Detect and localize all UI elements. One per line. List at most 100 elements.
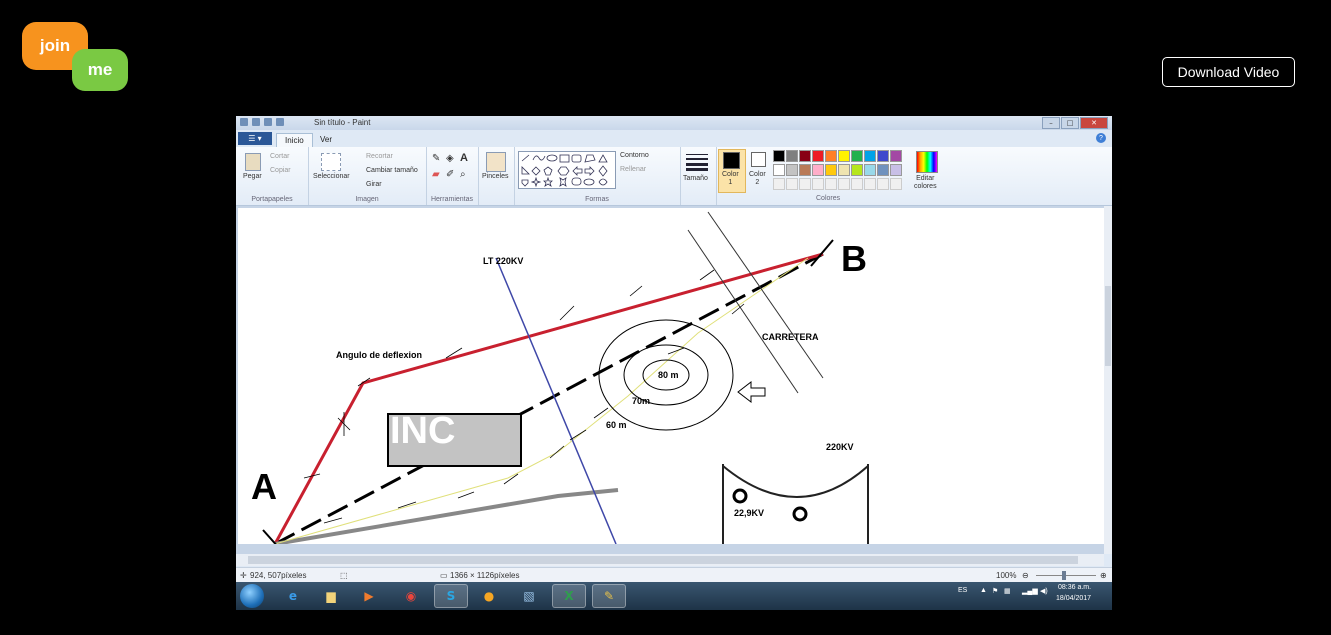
copiar-button[interactable]: Copiar bbox=[270, 167, 291, 174]
palette-swatch[interactable] bbox=[890, 150, 902, 162]
zoom-slider-thumb[interactable] bbox=[1062, 571, 1066, 580]
color-picker-icon[interactable]: ✐ bbox=[446, 169, 454, 180]
media-player-taskbar-icon[interactable]: ▶ bbox=[352, 584, 386, 608]
size-lines-icon[interactable] bbox=[686, 153, 708, 171]
hscroll-thumb[interactable] bbox=[248, 556, 1078, 564]
ribbon-tabs: ☰ ▾ Inicio Ver ? bbox=[236, 130, 1112, 147]
cortar-button[interactable]: Cortar bbox=[270, 153, 289, 160]
magnifier-icon[interactable]: ⌕ bbox=[460, 169, 466, 180]
pegar-label[interactable]: Pegar bbox=[243, 173, 262, 180]
tab-ver[interactable]: Ver bbox=[312, 133, 340, 146]
palette-swatch[interactable] bbox=[786, 150, 798, 162]
zoom-in-icon[interactable]: ⊕ bbox=[1100, 571, 1107, 580]
zoom-out-icon[interactable]: ⊖ bbox=[1022, 571, 1029, 580]
palette-swatch[interactable] bbox=[786, 164, 798, 176]
palette-swatch-empty[interactable] bbox=[851, 178, 863, 190]
palette-swatch[interactable] bbox=[877, 164, 889, 176]
undo-icon[interactable] bbox=[264, 118, 272, 126]
color2-swatch[interactable] bbox=[751, 152, 766, 167]
flag-icon[interactable]: ⚑ bbox=[992, 587, 998, 595]
palette-swatch[interactable] bbox=[812, 164, 824, 176]
clock-date[interactable]: 18/04/2017 bbox=[1056, 595, 1091, 602]
vscroll-thumb[interactable] bbox=[1105, 286, 1111, 366]
maximize-button[interactable]: □ bbox=[1061, 117, 1079, 129]
fill-icon[interactable]: ◈ bbox=[446, 153, 454, 164]
seleccionar-button[interactable]: Seleccionar bbox=[313, 173, 350, 180]
pencil-icon[interactable]: ✎ bbox=[432, 153, 440, 164]
palette-swatch-empty[interactable] bbox=[773, 178, 785, 190]
select-icon[interactable] bbox=[321, 153, 341, 171]
palette-swatch-empty[interactable] bbox=[864, 178, 876, 190]
start-button[interactable] bbox=[240, 584, 264, 608]
palette-swatch-empty[interactable] bbox=[838, 178, 850, 190]
rellenar-button[interactable]: Rellenar bbox=[620, 166, 646, 173]
palette-swatch[interactable] bbox=[851, 150, 863, 162]
palette-swatch-empty[interactable] bbox=[799, 178, 811, 190]
palette-swatch[interactable] bbox=[877, 150, 889, 162]
palette-swatch[interactable] bbox=[825, 164, 837, 176]
download-video-button[interactable]: Download Video bbox=[1162, 57, 1295, 87]
palette-swatch[interactable] bbox=[838, 164, 850, 176]
chrome-taskbar-icon[interactable]: ◉ bbox=[394, 584, 428, 608]
palette-swatch[interactable] bbox=[773, 150, 785, 162]
palette-swatch[interactable] bbox=[812, 150, 824, 162]
ie-taskbar-icon[interactable]: e bbox=[276, 584, 310, 608]
zoom-slider[interactable] bbox=[1036, 575, 1096, 576]
brush-icon[interactable] bbox=[486, 152, 506, 172]
show-hidden-icons[interactable]: ▲ bbox=[980, 587, 987, 594]
signal-icon[interactable]: ▂▄▆ bbox=[1022, 587, 1038, 595]
palette-swatch-empty[interactable] bbox=[786, 178, 798, 190]
palette-swatch[interactable] bbox=[799, 164, 811, 176]
tab-inicio[interactable]: Inicio bbox=[276, 133, 313, 147]
excel-taskbar-icon[interactable]: X bbox=[552, 584, 586, 608]
group-pinceles: Pinceles bbox=[478, 147, 515, 205]
palette-swatch[interactable] bbox=[773, 164, 785, 176]
palette-swatch[interactable] bbox=[890, 164, 902, 176]
palette-swatch-empty[interactable] bbox=[877, 178, 889, 190]
editar-colores-button[interactable]: Editar colores bbox=[914, 175, 937, 191]
explorer-taskbar-icon[interactable]: ▆ bbox=[314, 584, 348, 608]
palette-swatch[interactable] bbox=[864, 164, 876, 176]
volume-icon[interactable]: ◀) bbox=[1040, 587, 1048, 595]
logo-me: me bbox=[72, 49, 128, 91]
text-tool-icon[interactable]: A bbox=[460, 152, 468, 164]
minimize-button[interactable]: – bbox=[1042, 117, 1060, 129]
gray-route-line bbox=[274, 488, 619, 544]
palette-swatch[interactable] bbox=[838, 150, 850, 162]
skype-taskbar-icon[interactable]: S bbox=[434, 584, 468, 608]
palette-swatch[interactable] bbox=[851, 164, 863, 176]
palette-swatch-empty[interactable] bbox=[812, 178, 824, 190]
group-herramientas: ✎ ◈ A ▰ ✐ ⌕ Herramientas bbox=[426, 147, 479, 205]
joinme-taskbar-icon[interactable]: ● bbox=[472, 584, 506, 608]
edit-colors-icon[interactable] bbox=[916, 151, 938, 173]
palette-swatch[interactable] bbox=[864, 150, 876, 162]
palette-swatch[interactable] bbox=[825, 150, 837, 162]
shapes-gallery[interactable] bbox=[518, 151, 616, 189]
clock-time[interactable]: 08:36 a.m. bbox=[1058, 584, 1091, 591]
close-button[interactable]: ✕ bbox=[1080, 117, 1108, 129]
file-menu-button[interactable]: ☰ ▾ bbox=[238, 132, 272, 145]
vertical-scrollbar[interactable] bbox=[1104, 206, 1112, 554]
help-icon[interactable]: ? bbox=[1096, 133, 1106, 143]
language-indicator[interactable]: ES bbox=[958, 587, 967, 594]
redo-icon[interactable] bbox=[276, 118, 284, 126]
group-portapapeles: Pegar Cortar Copiar Portapapeles bbox=[236, 147, 309, 205]
pinceles-button[interactable]: Pinceles bbox=[482, 173, 508, 180]
save-icon[interactable] bbox=[252, 118, 260, 126]
cambiar-tamano-button[interactable]: Cambiar tamaño bbox=[366, 167, 418, 174]
app-taskbar-icon[interactable]: ▧ bbox=[512, 584, 546, 608]
eraser-icon[interactable]: ▰ bbox=[432, 169, 440, 180]
contorno-button[interactable]: Contorno bbox=[620, 152, 649, 159]
palette-swatch[interactable] bbox=[799, 150, 811, 162]
palette-swatch-empty[interactable] bbox=[825, 178, 837, 190]
tamano-button[interactable]: Tamaño bbox=[683, 175, 708, 182]
network-icon[interactable]: ▦ bbox=[1004, 587, 1011, 595]
palette-swatch-empty[interactable] bbox=[890, 178, 902, 190]
paint-taskbar-icon[interactable]: ✎ bbox=[592, 584, 626, 608]
paste-icon[interactable] bbox=[245, 153, 261, 171]
drawing-canvas[interactable]: A B INC LT 220KV Angulo de deflexion CAR… bbox=[238, 208, 1104, 544]
recortar-button[interactable]: Recortar bbox=[366, 153, 393, 160]
horizontal-scrollbar[interactable] bbox=[236, 554, 1104, 566]
girar-button[interactable]: Girar bbox=[366, 181, 382, 188]
paint-app-icon[interactable] bbox=[240, 118, 248, 126]
